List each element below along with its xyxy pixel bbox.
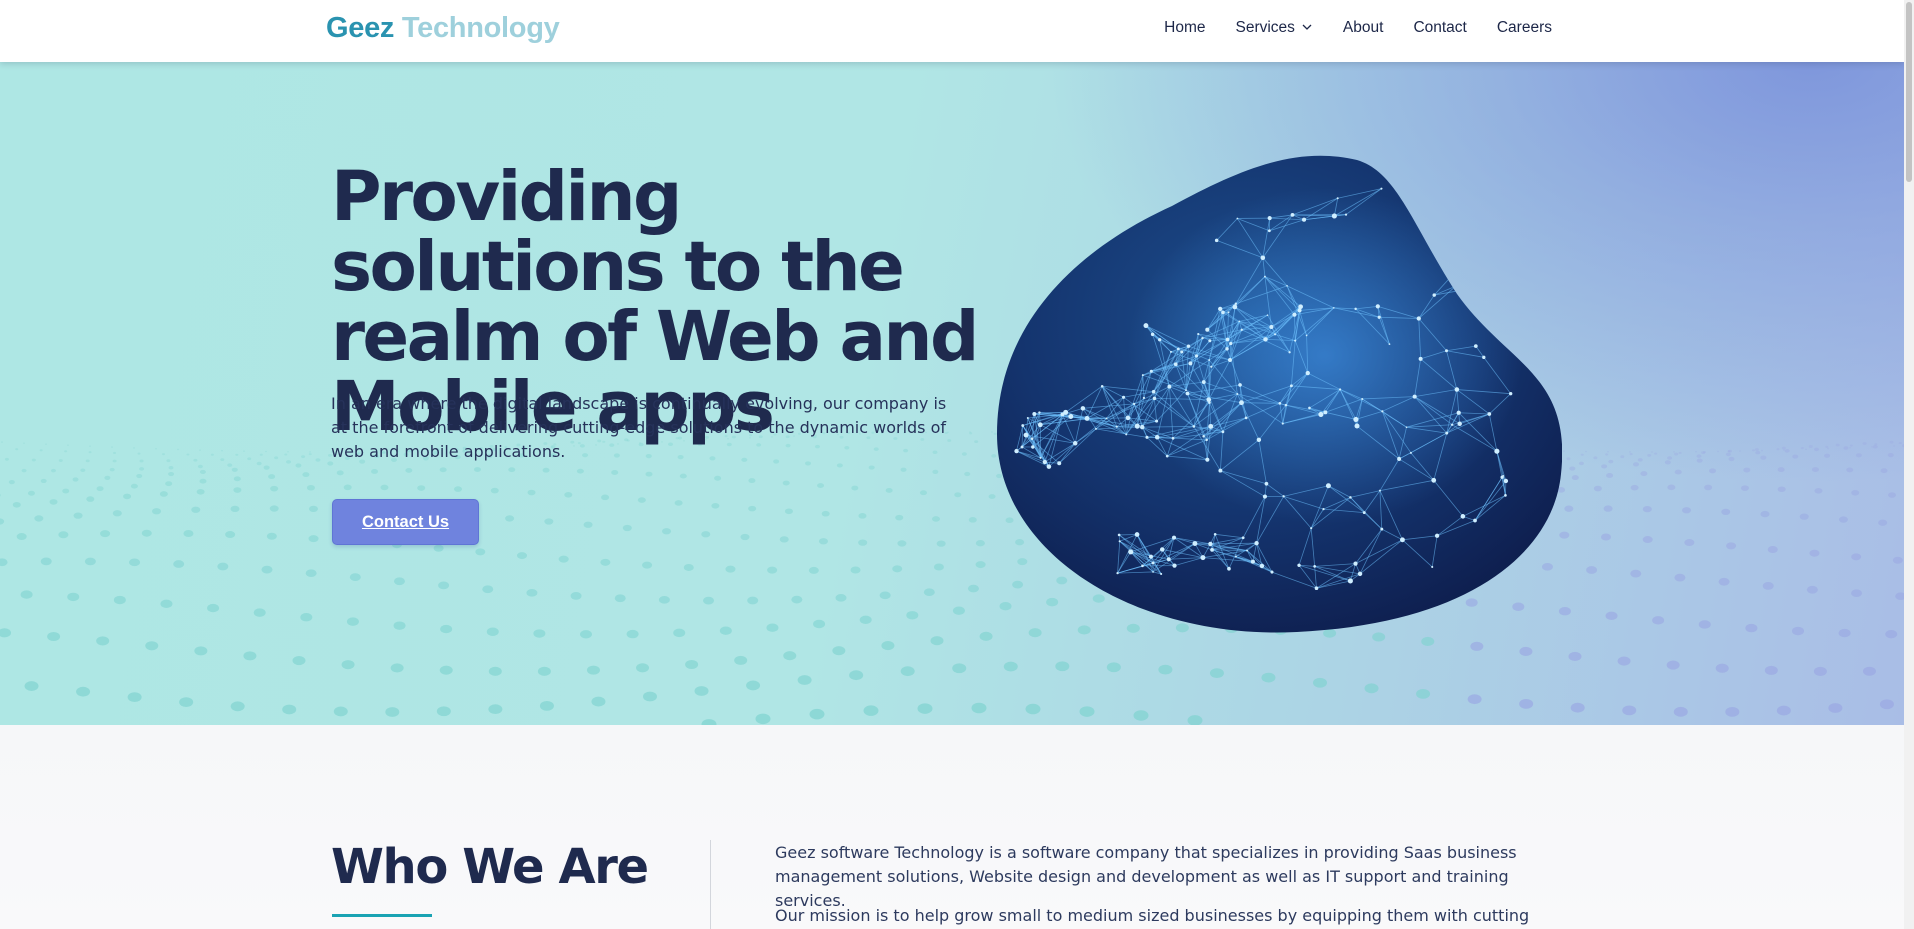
main-nav: Home Services About Contact Careers <box>1164 19 1552 37</box>
title-underline <box>332 914 432 917</box>
chevron-down-icon <box>1301 21 1313 33</box>
scrollbar-thumb[interactable] <box>1906 2 1912 182</box>
logo-technology: Technology <box>401 12 560 44</box>
section-divider <box>710 840 711 929</box>
nav-services[interactable]: Services <box>1235 19 1312 37</box>
who-we-are-paragraph-2: Our mission is to help grow small to med… <box>775 906 1530 925</box>
contact-us-button[interactable]: Contact Us <box>332 499 479 545</box>
nav-careers[interactable]: Careers <box>1497 19 1552 37</box>
who-we-are-section: Who We Are Geez software Technology is a… <box>0 725 1904 929</box>
hero-section: Providing solutions to the realm of Web … <box>0 62 1904 725</box>
hero-image-globe-hand <box>997 155 1562 633</box>
page-scrollbar[interactable] <box>1904 0 1914 929</box>
hero-description: In an era where the digital landscape is… <box>331 394 947 461</box>
who-we-are-paragraph-1: Geez software Technology is a software c… <box>775 843 1517 910</box>
logo[interactable]: Geez Technology <box>326 12 560 45</box>
nav-contact[interactable]: Contact <box>1413 19 1466 37</box>
site-header: Geez Technology Home Services About Cont… <box>0 0 1904 62</box>
nav-services-label: Services <box>1235 19 1295 36</box>
logo-geez: Geez <box>326 12 395 44</box>
nav-about[interactable]: About <box>1343 19 1384 37</box>
nav-home[interactable]: Home <box>1164 19 1205 37</box>
who-we-are-title: Who We Are <box>331 839 649 895</box>
